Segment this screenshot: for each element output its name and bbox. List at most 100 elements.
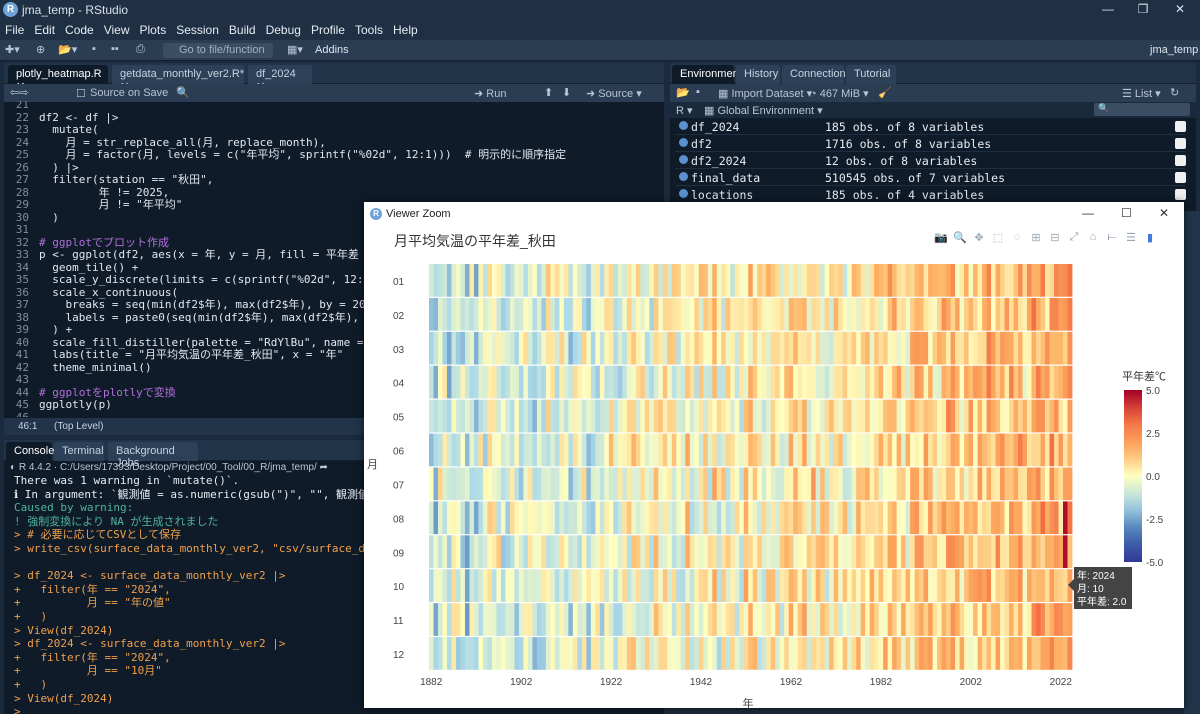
heatmap-cell[interactable] xyxy=(752,501,758,535)
heatmap-cell[interactable] xyxy=(784,433,790,467)
heatmap-cell[interactable] xyxy=(1009,297,1014,331)
heatmap-cell[interactable] xyxy=(887,331,893,365)
heatmap-cell[interactable] xyxy=(1049,331,1055,365)
heatmap-cell[interactable] xyxy=(734,297,740,331)
menu-plots[interactable]: Plots xyxy=(135,19,172,41)
heatmap-cell[interactable] xyxy=(694,603,700,636)
heatmap-cell[interactable] xyxy=(667,433,673,467)
heatmap-cell[interactable] xyxy=(536,535,542,569)
heatmap-cell[interactable] xyxy=(429,467,434,501)
heatmap-cell[interactable] xyxy=(977,467,983,501)
heatmap-cell[interactable] xyxy=(433,433,439,467)
heatmap-cell[interactable] xyxy=(622,399,628,433)
heatmap-cell[interactable] xyxy=(541,331,547,365)
heatmap-cell[interactable] xyxy=(815,603,821,636)
heatmap-cell[interactable] xyxy=(1000,535,1005,569)
heatmap-cell[interactable] xyxy=(842,535,848,569)
heatmap-cell[interactable] xyxy=(473,297,479,331)
heatmap-cell[interactable] xyxy=(685,569,691,602)
heatmap-cell[interactable] xyxy=(599,433,605,467)
heatmap-cell[interactable] xyxy=(581,365,587,399)
heatmap-cell[interactable] xyxy=(518,365,524,399)
heatmap-cell[interactable] xyxy=(838,467,844,501)
heatmap-cell[interactable] xyxy=(770,603,776,636)
heatmap-cell[interactable] xyxy=(991,297,996,331)
heatmap-cell[interactable] xyxy=(689,331,695,365)
heatmap-cell[interactable] xyxy=(892,501,898,535)
heatmap-cell[interactable] xyxy=(941,501,947,535)
heatmap-cell[interactable] xyxy=(482,399,488,433)
heatmap-cell[interactable] xyxy=(626,603,632,636)
heatmap-cell[interactable] xyxy=(455,501,461,535)
heatmap-cell[interactable] xyxy=(568,399,574,433)
heatmap-cell[interactable] xyxy=(878,535,884,569)
heatmap-cell[interactable] xyxy=(829,603,835,636)
heatmap-cell[interactable] xyxy=(532,603,538,636)
heatmap-cell[interactable] xyxy=(1067,433,1073,467)
heatmap-cell[interactable] xyxy=(523,433,529,467)
heatmap-cell[interactable] xyxy=(797,637,803,670)
heatmap-cell[interactable] xyxy=(613,535,619,569)
heatmap-cell[interactable] xyxy=(514,535,520,569)
heatmap-cell[interactable] xyxy=(572,501,578,535)
heatmap-cell[interactable] xyxy=(1027,603,1032,636)
heatmap-cell[interactable] xyxy=(964,603,969,636)
heatmap-cell[interactable] xyxy=(869,331,875,365)
back-icon[interactable]: ⇦⇨ xyxy=(10,86,28,99)
heatmap-cell[interactable] xyxy=(748,467,754,501)
heatmap-cell[interactable] xyxy=(437,264,443,297)
heatmap-cell[interactable] xyxy=(550,297,556,331)
heatmap-cell[interactable] xyxy=(716,569,722,602)
heatmap-cell[interactable] xyxy=(914,331,920,365)
heatmap-cell[interactable] xyxy=(883,467,889,501)
heatmap-cell[interactable] xyxy=(689,433,695,467)
heatmap-cell[interactable] xyxy=(698,365,704,399)
heatmap-cell[interactable] xyxy=(429,603,434,636)
heatmap-cell[interactable] xyxy=(973,365,978,399)
heatmap-cell[interactable] xyxy=(865,535,871,569)
heatmap-cell[interactable] xyxy=(631,535,637,569)
heatmap-cell[interactable] xyxy=(1022,637,1028,670)
heatmap-cell[interactable] xyxy=(460,467,466,501)
heatmap-cell[interactable] xyxy=(1018,297,1023,331)
heatmap-cell[interactable] xyxy=(509,264,515,297)
heatmap-cell[interactable] xyxy=(1036,569,1041,602)
heatmap-cell[interactable] xyxy=(752,467,758,501)
heatmap-cell[interactable] xyxy=(442,399,448,433)
heatmap-cell[interactable] xyxy=(514,365,520,399)
heatmap-cell[interactable] xyxy=(649,569,655,602)
heatmap-cell[interactable] xyxy=(698,331,704,365)
heatmap-cell[interactable] xyxy=(770,467,776,501)
heatmap-cell[interactable] xyxy=(1049,399,1055,433)
heatmap-cell[interactable] xyxy=(986,535,992,569)
heatmap-cell[interactable] xyxy=(536,331,542,365)
heatmap-cell[interactable] xyxy=(752,569,758,602)
heatmap-cell[interactable] xyxy=(649,501,655,535)
heatmap-cell[interactable] xyxy=(734,535,740,569)
heatmap-cell[interactable] xyxy=(694,264,700,297)
heatmap-cell[interactable] xyxy=(995,297,1001,331)
heatmap-cell[interactable] xyxy=(784,637,790,670)
heatmap-cell[interactable] xyxy=(1022,501,1028,535)
heatmap-cell[interactable] xyxy=(743,297,749,331)
heatmap-cell[interactable] xyxy=(545,264,551,297)
heatmap-cell[interactable] xyxy=(523,637,529,670)
heatmap-cell[interactable] xyxy=(482,331,488,365)
heatmap-cell[interactable] xyxy=(532,399,538,433)
heatmap-cell[interactable] xyxy=(721,264,727,297)
heatmap-cell[interactable] xyxy=(536,433,542,467)
project-menu[interactable]: jma_temp xyxy=(1150,44,1198,56)
heatmap-cell[interactable] xyxy=(1009,535,1014,569)
heatmap-cell[interactable] xyxy=(797,501,803,535)
heatmap-cell[interactable] xyxy=(964,297,969,331)
heatmap-cell[interactable] xyxy=(883,637,889,670)
heatmap-cell[interactable] xyxy=(1063,399,1068,433)
heatmap-cell[interactable] xyxy=(622,365,628,399)
heatmap-cell[interactable] xyxy=(577,569,583,602)
heatmap-cell[interactable] xyxy=(995,637,1001,670)
heatmap-cell[interactable] xyxy=(446,365,452,399)
heatmap-cell[interactable] xyxy=(995,603,1001,636)
heatmap-cell[interactable] xyxy=(968,603,974,636)
heatmap-cell[interactable] xyxy=(572,433,578,467)
heatmap-cell[interactable] xyxy=(604,331,610,365)
